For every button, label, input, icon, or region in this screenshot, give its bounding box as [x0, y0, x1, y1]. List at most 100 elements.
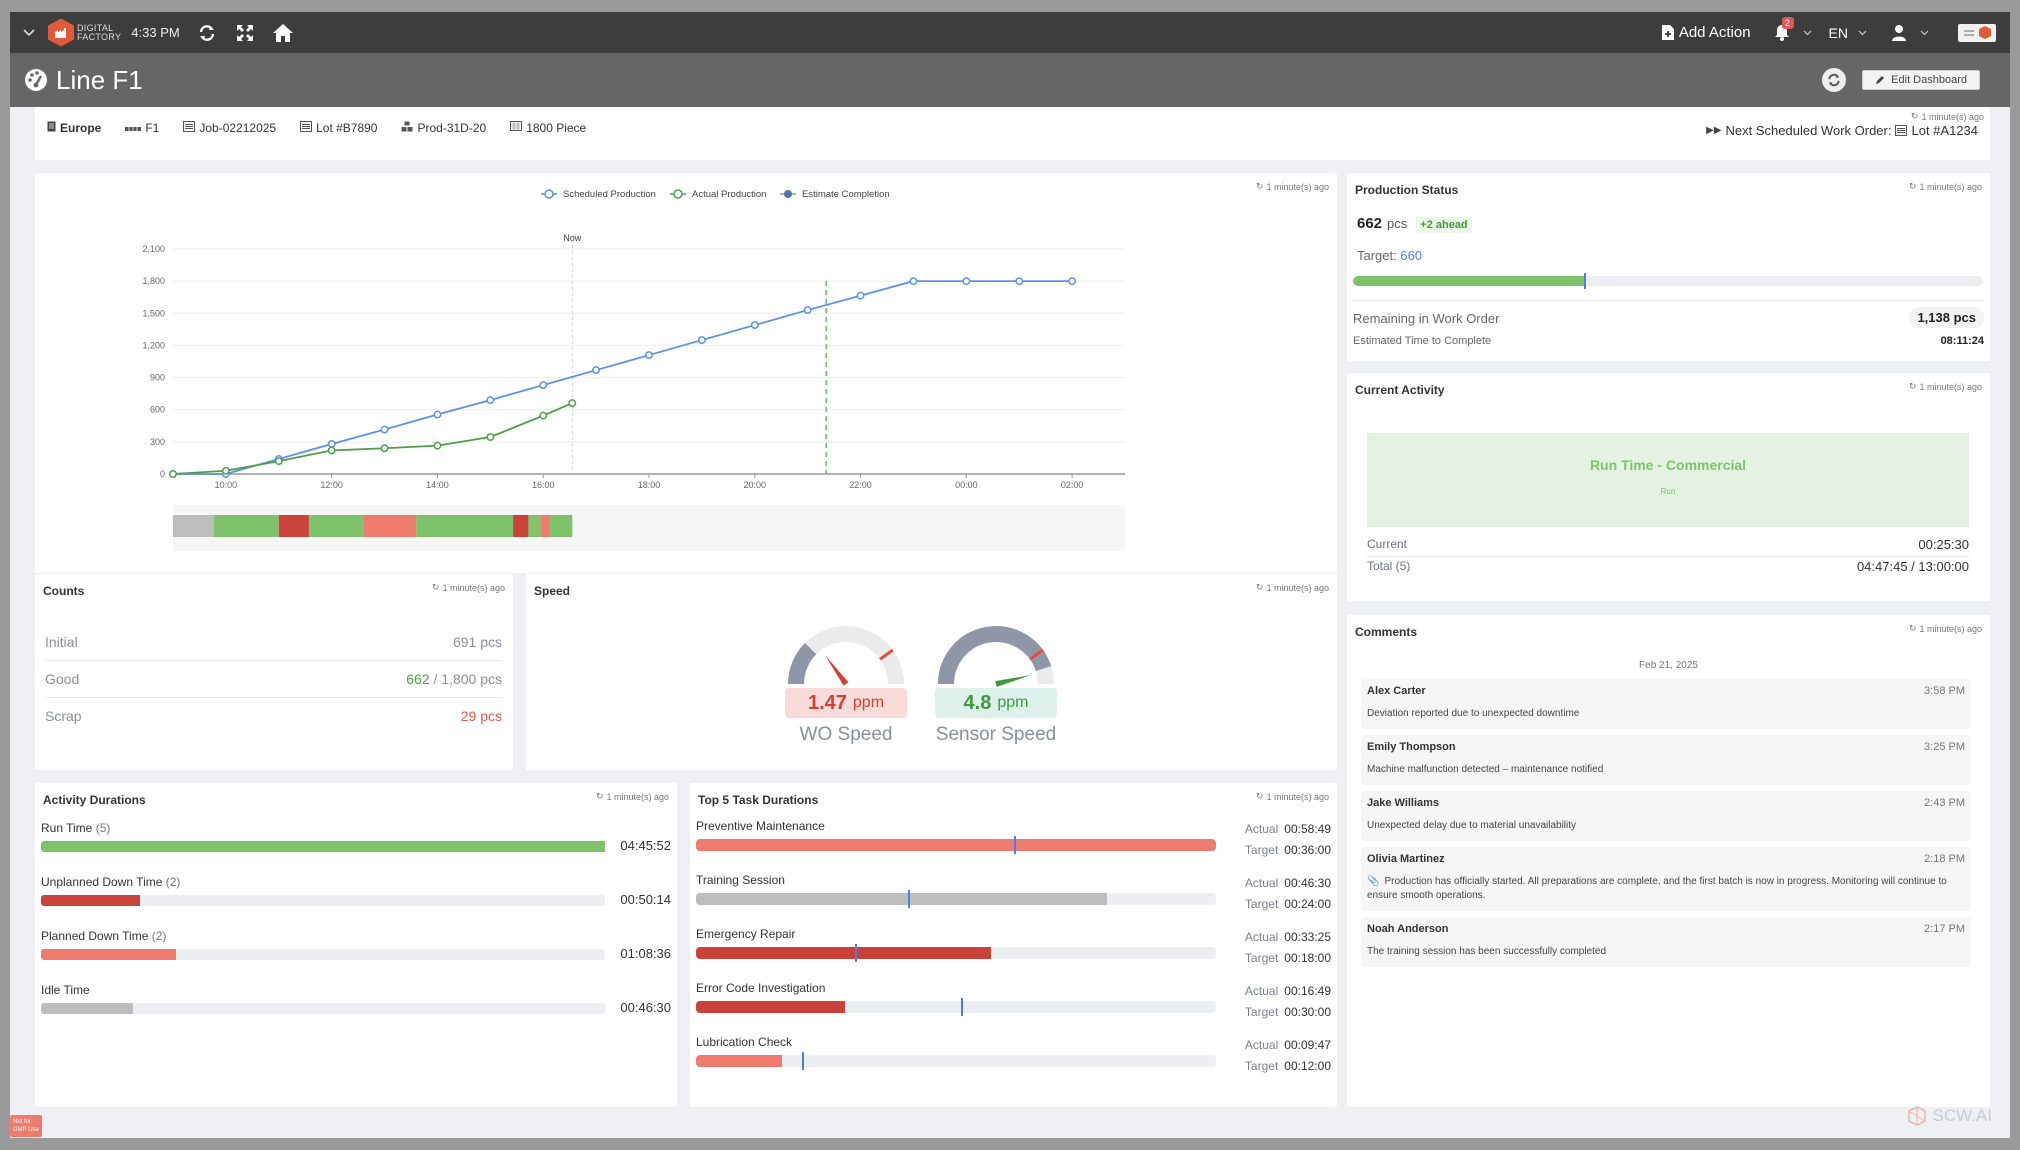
- target-label: Target:: [1357, 248, 1397, 263]
- paperclip-icon[interactable]: 📎: [1367, 876, 1379, 887]
- info-item-1800-piece: 1800 Piece: [510, 121, 586, 135]
- comment-time: 2:18 PM: [1924, 853, 1965, 865]
- last-updated: ↻ 1 minute(s) ago: [1910, 111, 1984, 122]
- digital-factory-logo[interactable]: DIGITAL FACTORY: [48, 18, 121, 47]
- comment-item[interactable]: Olivia Martinez 2:18 PM 📎 Production has of…: [1361, 847, 1971, 911]
- activity-duration-row[interactable]: Run Time (5) 04:45:52: [41, 821, 671, 853]
- comment-time: 3:25 PM: [1924, 741, 1965, 753]
- activity-duration-bar: [41, 895, 605, 906]
- user-icon[interactable]: [1888, 22, 1910, 44]
- y-tick-label: 1,200: [142, 340, 165, 350]
- activity-duration-bar: [41, 841, 605, 852]
- info-item-prod-31d-20: Prod-31D-20: [401, 121, 486, 135]
- fullscreen-icon[interactable]: [234, 22, 256, 44]
- refresh-small-icon: ↻: [595, 791, 604, 801]
- task-duration-row[interactable]: Preventive Maintenance Actual 00:58:49 Targ…: [696, 819, 1331, 857]
- task-actual-fill: [696, 893, 1107, 905]
- comments-date: Feb 21, 2025: [1639, 660, 1698, 671]
- task-label: Lubrication Check: [696, 1035, 793, 1049]
- task-duration-row[interactable]: Training Session Actual 00:46:30 Target 00:2…: [696, 873, 1331, 911]
- next-wo-value: Lot #A1234: [1911, 123, 1978, 138]
- gauge-value: 1.47: [807, 691, 847, 714]
- data-point-scheduled: [539, 381, 548, 390]
- home-icon[interactable]: [272, 22, 294, 44]
- gauge-value-box: 4.8 ppm: [935, 688, 1057, 718]
- gauge-dial: [938, 626, 1054, 687]
- legend-marker: [673, 189, 683, 199]
- target-marker: [1584, 273, 1587, 289]
- comment-item[interactable]: Noah Anderson 2:17 PM The training session…: [1361, 917, 1971, 967]
- x-tick-label: 12:00: [320, 480, 343, 490]
- activity-duration-bar-fill: [41, 1003, 133, 1014]
- dashboard-refresh-button[interactable]: [1822, 68, 1847, 92]
- comment-item[interactable]: Emily Thompson 3:25 PM Machine malfunction…: [1361, 735, 1971, 785]
- comment-item[interactable]: Jake Williams 2:43 PM Unexpected delay due…: [1361, 791, 1971, 841]
- task-target-marker: [855, 944, 858, 962]
- x-tick-label: 10:00: [215, 480, 238, 490]
- edit-dashboard-button[interactable]: Edit Dashboard: [1862, 70, 1980, 90]
- activity-label: Unplanned Down Time: [41, 875, 163, 889]
- notifications-button[interactable]: 2: [1771, 16, 1794, 44]
- app-frame: DIGITAL FACTORY 4:33 PM Add Action 2 EN …: [10, 12, 2010, 1138]
- activity-duration-row[interactable]: Idle Time 00:46:30: [41, 983, 671, 1015]
- task-target-marker: [802, 1052, 805, 1070]
- panel-title: Production Status: [1355, 183, 1459, 197]
- task-target-value: 00:24:00: [1284, 897, 1331, 911]
- target-label: Target: [1244, 1059, 1279, 1073]
- task-target-value: 00:36:00: [1284, 843, 1331, 857]
- gauge-label: Sensor Speed: [935, 724, 1057, 745]
- task-label: Error Code Investigation: [696, 981, 826, 995]
- add-action-button[interactable]: Add Action: [1661, 24, 1751, 41]
- list-icon: [1895, 125, 1908, 136]
- data-point-actual: [486, 433, 495, 441]
- good-value: 662: [406, 671, 430, 687]
- refresh-icon[interactable]: [196, 22, 218, 44]
- info-item-europe: Europe: [47, 121, 101, 135]
- last-updated: ↻ 1 minute(s) ago: [1908, 623, 1982, 634]
- production-line-chart[interactable]: 0 300 600 900 1,200 1,500 1,800 2,100 10:00 12:00…: [35, 173, 1337, 573]
- activity-duration-bar-fill: [41, 895, 141, 906]
- add-action-label: Add Action: [1678, 24, 1751, 41]
- produced-count-value: 662: [1357, 215, 1383, 232]
- notifications-chevron-down-icon[interactable]: [1803, 30, 1813, 36]
- task-actual-value: 00:16:49: [1284, 984, 1331, 998]
- menu-chevron-down-icon[interactable]: [22, 26, 36, 40]
- info-item-label: Job-02212025: [199, 121, 277, 135]
- task-target-marker: [961, 998, 964, 1016]
- production-status-panel: Production Status ↻ 1 minute(s) ago 662 p…: [1347, 173, 1990, 361]
- list-icon: [183, 121, 196, 135]
- data-point-actual: [274, 457, 283, 466]
- info-item-label: Prod-31D-20: [417, 121, 487, 135]
- task-duration-row[interactable]: Error Code Investigation Actual 00:16:49 Ta…: [696, 981, 1331, 1019]
- comment-text: Machine malfunction detected – maintenan…: [1367, 764, 1604, 775]
- data-point-scheduled: [327, 440, 336, 448]
- gauge-label: WO Speed: [799, 724, 893, 745]
- user-chevron-down-icon[interactable]: [1920, 30, 1930, 36]
- next-wo-label: Next Scheduled Work Order:: [1725, 123, 1892, 138]
- language-selector[interactable]: EN: [1829, 25, 1848, 41]
- language-chevron-down-icon[interactable]: [1858, 30, 1868, 36]
- current-activity-card[interactable]: Run Time - Commercial Run: [1367, 433, 1969, 527]
- gauge-needle: [995, 675, 1031, 687]
- comment-item[interactable]: Alex Carter 3:58 PM Deviation reported due…: [1361, 679, 1971, 729]
- activity-duration-row[interactable]: Unplanned Down Time (2) 00:50:14: [41, 875, 671, 907]
- target-label: Target: [1244, 1005, 1279, 1019]
- data-point-scheduled: [1068, 277, 1077, 286]
- data-point-actual: [327, 446, 336, 455]
- next-scheduled-work-order[interactable]: ▶▶ Next Scheduled Work Order: Lot #A1234: [1706, 123, 1978, 138]
- info-item-f1: F1: [125, 121, 159, 135]
- file-plus-icon: [1661, 25, 1674, 40]
- data-point-actual: [539, 411, 548, 420]
- task-duration-row[interactable]: Emergency Repair Actual 00:33:25 Target 00:1…: [696, 927, 1331, 965]
- activity-duration-row[interactable]: Planned Down Time (2) 01:08:36: [41, 929, 671, 961]
- notification-count-badge: 2: [1781, 16, 1794, 29]
- activity-count: (5): [95, 821, 111, 835]
- task-duration-row[interactable]: Lubrication Check Actual 00:09:47 Target 00:…: [696, 1035, 1331, 1073]
- refresh-icon: [1828, 73, 1840, 87]
- gauge-needle: [824, 654, 849, 686]
- task-duration-bar: [696, 944, 1216, 962]
- total-label: Total (5): [1367, 559, 1411, 573]
- task-target-marker: [908, 890, 911, 908]
- app-switch-icon[interactable]: [1958, 23, 1996, 42]
- refresh-small-icon: ↻: [1908, 623, 1917, 633]
